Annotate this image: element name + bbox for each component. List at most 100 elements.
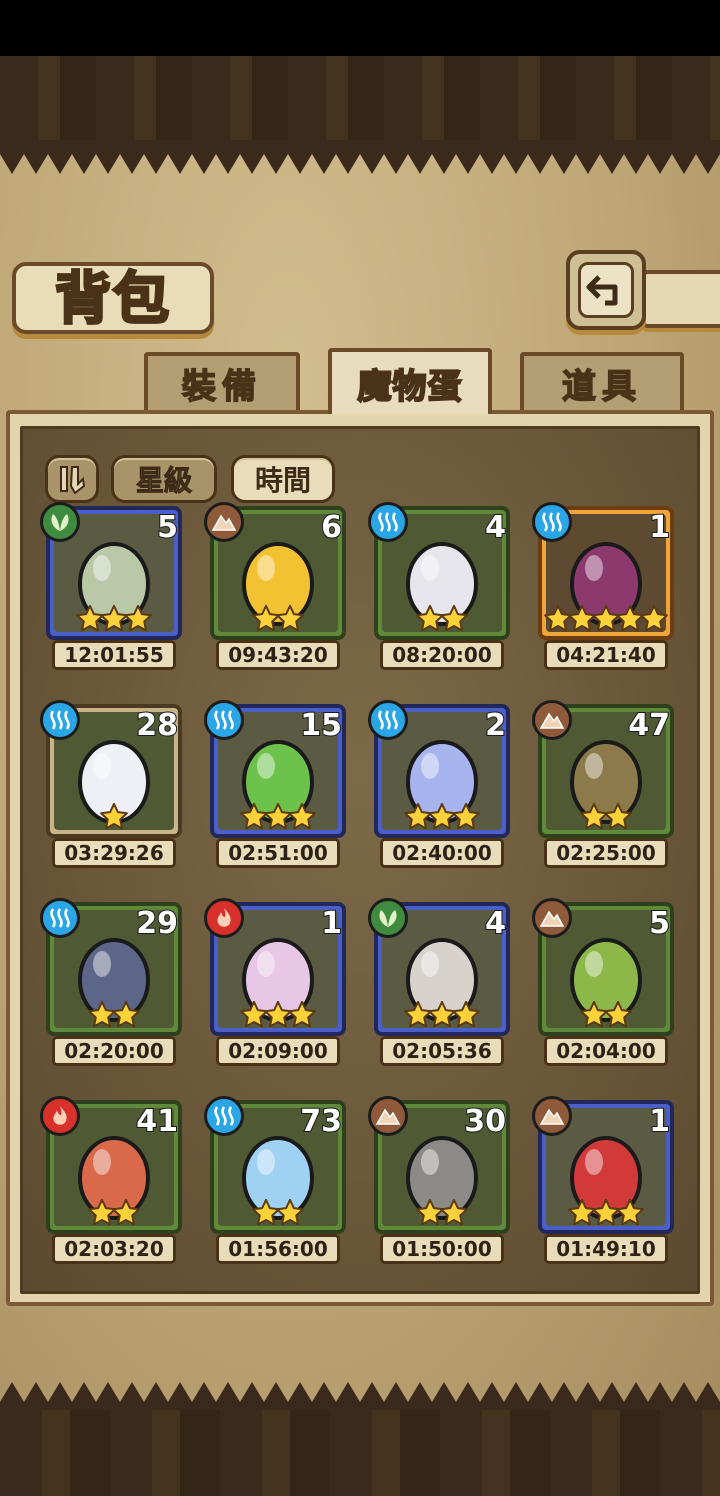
egg-count: 5 bbox=[156, 509, 179, 546]
egg-card[interactable]: 29 02:20:00 bbox=[40, 898, 182, 1072]
star-icon bbox=[276, 604, 304, 632]
egg-count: 29 bbox=[135, 905, 179, 942]
element-badge bbox=[532, 502, 572, 542]
egg-count: 1 bbox=[648, 1103, 671, 1140]
sort-by-star-button[interactable]: 星級 bbox=[111, 455, 217, 503]
earth-element-icon bbox=[539, 712, 565, 729]
hatch-timer: 02:03:20 bbox=[52, 1234, 176, 1264]
hatch-timer-text: 02:25:00 bbox=[556, 841, 656, 865]
hatch-timer-text: 02:03:20 bbox=[64, 1237, 164, 1261]
star-rating bbox=[46, 1198, 182, 1228]
element-badge bbox=[532, 700, 572, 740]
star-rating bbox=[538, 802, 674, 832]
egg-card[interactable]: 30 01:50:00 bbox=[368, 1096, 510, 1270]
sort-by-star-label: 星級 bbox=[135, 464, 192, 498]
star-rating bbox=[374, 604, 510, 634]
egg-card[interactable]: 5 02:04:00 bbox=[532, 898, 674, 1072]
egg-count: 1 bbox=[648, 509, 671, 546]
inventory-grid-area[interactable]: 星級 時間 5 12:01:55 6 09:43:20 4 08:20:00 1 04:21:… bbox=[20, 426, 700, 1294]
egg-count: 1 bbox=[320, 905, 343, 942]
egg-card[interactable]: 2 02:40:00 bbox=[368, 700, 510, 874]
star-rating bbox=[46, 1000, 182, 1030]
fire-element-icon bbox=[217, 908, 231, 927]
hatch-timer: 09:43:20 bbox=[216, 640, 340, 670]
sort-by-time-label: 時間 bbox=[254, 464, 311, 497]
hatch-timer: 02:20:00 bbox=[52, 1036, 176, 1066]
egg-count: 73 bbox=[299, 1103, 343, 1140]
egg-card[interactable]: 47 02:25:00 bbox=[532, 700, 674, 874]
star-icon bbox=[112, 1000, 140, 1028]
egg-card[interactable]: 5 12:01:55 bbox=[40, 502, 182, 676]
egg-count: 30 bbox=[463, 1103, 507, 1140]
element-badge bbox=[204, 700, 244, 740]
sort-order-toggle-button[interactable] bbox=[45, 455, 99, 503]
tab-items[interactable]: 道具 bbox=[520, 352, 684, 410]
egg-count: 28 bbox=[135, 707, 179, 744]
egg-card[interactable]: 1 02:09:00 bbox=[204, 898, 346, 1072]
egg-card[interactable]: 4 08:20:00 bbox=[368, 502, 510, 676]
wood-background-bottom bbox=[0, 1410, 720, 1496]
egg-card[interactable]: 6 09:43:20 bbox=[204, 502, 346, 676]
tab-monster-eggs[interactable]: 魔物蛋 bbox=[328, 348, 492, 414]
sort-order-icon bbox=[60, 466, 86, 494]
hatch-timer: 01:49:10 bbox=[544, 1234, 668, 1264]
star-rating bbox=[538, 1000, 674, 1030]
egg-card[interactable]: 1 04:21:40 bbox=[532, 502, 674, 676]
water-element-icon bbox=[214, 1106, 234, 1126]
sort-by-time-button[interactable]: 時間 bbox=[231, 455, 335, 503]
grass-element-icon bbox=[51, 514, 69, 531]
tab-monster-eggs-label: 魔物蛋 bbox=[357, 366, 463, 408]
element-badge bbox=[204, 898, 244, 938]
inventory-panel: 星級 時間 5 12:01:55 6 09:43:20 4 08:20:00 1 04:21:… bbox=[6, 410, 714, 1306]
element-badge bbox=[204, 1096, 244, 1136]
element-badge bbox=[40, 898, 80, 938]
hatch-timer-text: 02:09:00 bbox=[228, 1039, 328, 1063]
hatch-timer: 01:50:00 bbox=[380, 1234, 504, 1264]
egg-card[interactable]: 15 02:51:00 bbox=[204, 700, 346, 874]
hatch-timer: 12:01:55 bbox=[52, 640, 176, 670]
hatch-timer-text: 01:49:10 bbox=[556, 1237, 656, 1261]
egg-count: 4 bbox=[484, 905, 507, 942]
hatch-timer-text: 04:21:40 bbox=[556, 643, 656, 667]
star-rating bbox=[538, 604, 674, 634]
water-element-icon bbox=[378, 512, 398, 532]
hatch-timer: 02:05:36 bbox=[380, 1036, 504, 1066]
egg-count: 6 bbox=[320, 509, 343, 546]
back-button[interactable] bbox=[566, 250, 646, 330]
fire-element-icon bbox=[53, 1106, 67, 1125]
hatch-timer: 02:40:00 bbox=[380, 838, 504, 868]
element-badge bbox=[40, 700, 80, 740]
element-badge bbox=[532, 1096, 572, 1136]
header-bar-right bbox=[640, 270, 720, 328]
egg-card[interactable]: 73 01:56:00 bbox=[204, 1096, 346, 1270]
hatch-timer-text: 02:04:00 bbox=[556, 1039, 656, 1063]
tab-equipment[interactable]: 裝備 bbox=[144, 352, 300, 410]
element-badge bbox=[368, 898, 408, 938]
back-arrow-icon bbox=[586, 275, 618, 306]
egg-card[interactable]: 4 02:05:36 bbox=[368, 898, 510, 1072]
water-element-icon bbox=[542, 512, 562, 532]
star-icon bbox=[112, 1198, 140, 1226]
star-rating bbox=[374, 802, 510, 832]
hatch-timer-text: 01:56:00 bbox=[228, 1237, 328, 1261]
page-title: 背包 bbox=[12, 262, 214, 334]
tab-items-label: 道具 bbox=[561, 366, 642, 408]
element-badge bbox=[368, 502, 408, 542]
hatch-timer-text: 09:43:20 bbox=[228, 643, 328, 667]
egg-card[interactable]: 1 01:49:10 bbox=[532, 1096, 674, 1270]
element-badge bbox=[368, 700, 408, 740]
star-icon bbox=[604, 802, 632, 830]
star-icon bbox=[124, 604, 152, 632]
egg-card[interactable]: 41 02:03:20 bbox=[40, 1096, 182, 1270]
hatch-timer: 04:21:40 bbox=[544, 640, 668, 670]
star-icon bbox=[100, 802, 128, 830]
star-rating bbox=[210, 802, 346, 832]
star-rating bbox=[210, 1000, 346, 1030]
hatch-timer-text: 03:29:26 bbox=[64, 841, 164, 865]
water-element-icon bbox=[50, 710, 70, 730]
hatch-timer: 03:29:26 bbox=[52, 838, 176, 868]
star-icon bbox=[440, 1198, 468, 1226]
egg-count: 47 bbox=[627, 707, 671, 744]
egg-card[interactable]: 28 03:29:26 bbox=[40, 700, 182, 874]
star-icon bbox=[440, 604, 468, 632]
